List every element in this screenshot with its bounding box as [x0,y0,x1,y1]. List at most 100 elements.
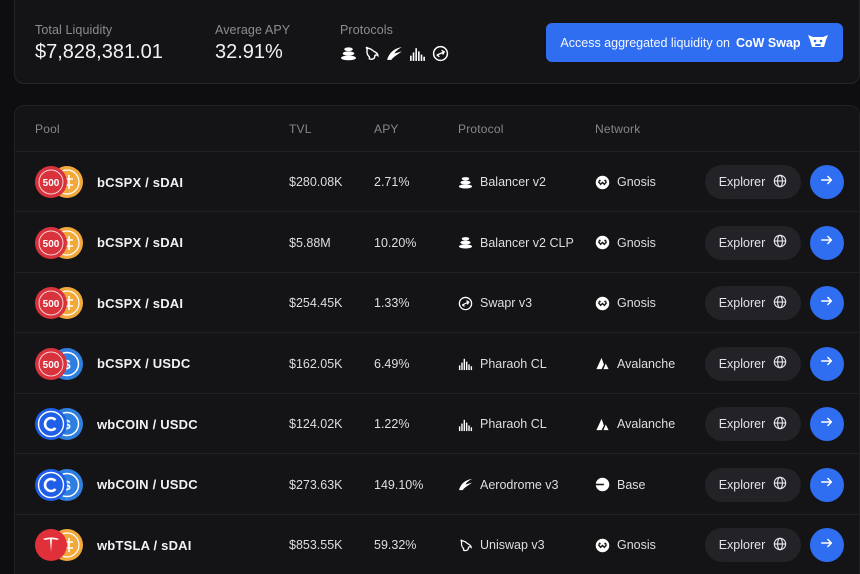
base-icon [595,477,610,492]
cow-swap-brand: CoW Swap [735,35,801,50]
tvl-value: $5.88M [289,235,331,250]
spx500-token-icon: 500 [35,166,67,198]
protocols-label: Protocols [340,23,394,37]
pharaoh-icon [409,45,426,67]
network-cell: Gnosis [595,273,656,333]
pool-cell: 500 bCSPX / sDAI [35,213,183,273]
network-cell: Base [595,455,646,515]
apy-value: 149.10% [374,477,424,492]
globe-icon [773,537,787,554]
network-cell: Avalanche [595,334,675,394]
pool-pair-name: bCSPX / sDAI [97,295,184,311]
balancer-icon [340,45,357,67]
aerodrome-icon [386,45,403,67]
arrow-right-icon [820,475,834,494]
pool-cell: $ wbCOIN / USDC [35,455,198,515]
cow-swap-button[interactable]: Access aggregated liquidity on CoW Swap [546,23,843,62]
explorer-button[interactable]: Explorer [705,165,801,199]
total-liquidity: Total Liquidity $7,828,381.01 [35,23,163,64]
pool-pair-name: wbTSLA / sDAI [97,537,192,553]
open-pool-button[interactable] [810,286,844,320]
table-row[interactable]: $ wbCOIN / USDC $124.02K 1.22% Pharaoh C… [15,394,859,454]
table-row[interactable]: wbTSLA / sDAI $853.55K 59.32% Uniswap v3… [15,515,859,574]
aerodrome-icon [458,477,473,492]
protocol-cell: Balancer v2 CLP [458,213,574,273]
spx500-token-icon: 500 [35,287,67,319]
explorer-label: Explorer [718,296,766,310]
uniswap-icon [458,538,473,553]
apy-value: 2.71% [374,175,410,189]
gnosis-icon [595,296,610,311]
explorer-button[interactable]: Explorer [705,346,801,381]
pool-cell: 500 bCSPX / sDAI [35,273,183,333]
table-row[interactable]: 500 bCSPX / sDAI $280.08K 2.71% Balancer… [15,152,859,212]
explorer-label: Explorer [718,477,766,492]
explorer-button[interactable]: Explorer [705,225,801,260]
token-pair-icons: 500 [35,287,83,319]
svg-text:500: 500 [43,239,60,250]
total-liquidity-value: $7,828,381.01 [35,41,163,63]
spx500-token-icon: 500 [35,226,67,259]
header-network: Network [595,122,641,136]
protocol-cell: Aerodrome v3 [458,455,559,515]
table-header: Pool TVL APY Protocol Network [15,106,859,152]
token-pair-icons: $ [35,408,83,440]
tvl-value: $254.45K [289,296,343,310]
average-apy: Average APY 32.91% [215,23,290,64]
token-pair-icons [35,529,83,561]
total-liquidity-label: Total Liquidity [35,23,113,37]
apy-value: 6.49% [374,356,410,371]
uniswap-icon [363,45,380,67]
stats-card: Total Liquidity $7,828,381.01 Average AP… [14,0,860,84]
table-row[interactable]: $ wbCOIN / USDC $273.63K 149.10% Aerodro… [15,455,859,515]
average-apy-value: 32.91% [215,41,283,63]
arrow-right-icon [820,233,834,252]
table-row[interactable]: 500 bCSPX / sDAI $254.45K 1.33% Swapr v3… [15,273,859,333]
token-pair-icons: 500 [35,226,83,259]
gnosis-icon [595,175,610,190]
open-pool-button[interactable] [810,225,844,260]
protocols-icon-list [340,45,449,67]
svg-text:500: 500 [43,360,60,371]
network-name: Gnosis [617,235,656,250]
swapr-icon [458,296,473,311]
tvl-value: $273.63K [289,477,343,492]
balancer-icon [458,235,473,250]
explorer-button[interactable]: Explorer [705,467,801,502]
avalanche-icon [595,417,610,432]
pool-cell: $ wbCOIN / USDC [35,394,198,454]
protocol-cell: Balancer v2 [458,152,546,212]
explorer-button[interactable]: Explorer [705,528,801,562]
balancer-icon [458,175,473,190]
arrow-right-icon [820,173,834,192]
open-pool-button[interactable] [810,467,844,502]
network-cell: Gnosis [595,515,656,574]
cow-swap-prefix: Access aggregated liquidity on [560,35,730,50]
table-row[interactable]: 500 bCSPX / sDAI $5.88M 10.20% Balancer … [15,213,859,273]
protocols: Protocols [340,23,449,67]
arrow-right-icon [820,294,834,313]
tvl-value: $124.02K [289,417,343,431]
globe-icon [773,295,787,312]
pool-pair-name: bCSPX / sDAI [97,235,184,250]
protocol-name: Swapr v3 [480,296,533,310]
explorer-button[interactable]: Explorer [705,407,801,441]
network-name: Gnosis [617,296,656,310]
open-pool-button[interactable] [810,528,844,562]
table-row[interactable]: 500 $ bCSPX / USDC $162.05K 6.49% Pharao… [15,334,859,394]
gnosis-icon [595,235,610,250]
apy-value: 59.32% [374,538,417,552]
open-pool-button[interactable] [810,165,844,199]
network-name: Gnosis [617,175,656,189]
open-pool-button[interactable] [810,346,844,381]
arrow-right-icon [820,354,834,373]
open-pool-button[interactable] [810,407,844,441]
coin-token-icon [35,408,67,440]
protocol-name: Balancer v2 CLP [480,235,574,250]
coin-token-icon [35,468,67,501]
arrow-right-icon [820,415,834,434]
explorer-button[interactable]: Explorer [705,286,801,320]
svg-text:500: 500 [43,299,60,310]
tvl-value: $853.55K [289,538,343,552]
explorer-label: Explorer [718,235,766,250]
